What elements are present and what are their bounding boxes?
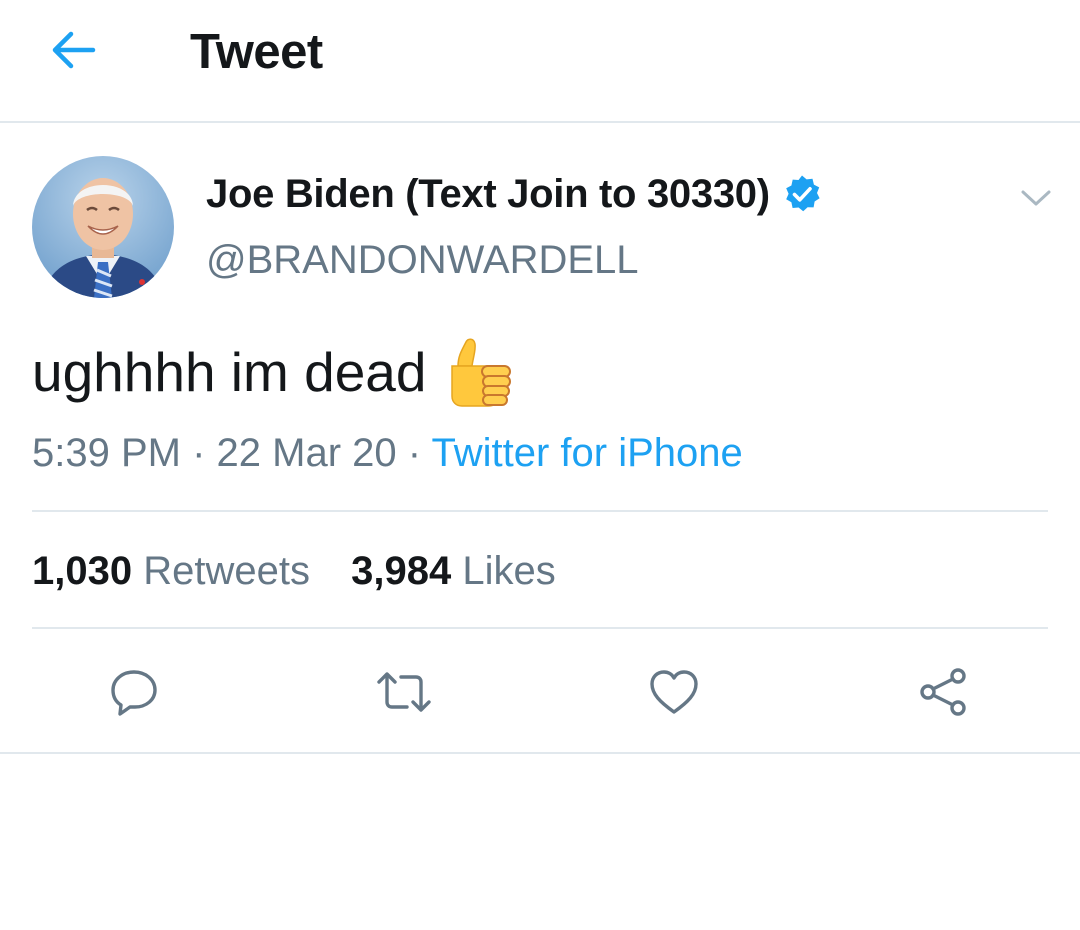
verified-badge-icon [785,175,820,212]
tweet-text: ughhhh im dead [32,336,514,408]
tweet-source-link[interactable]: Twitter for iPhone [432,431,743,475]
retweets-stat[interactable]: 1,030 Retweets [32,549,321,593]
share-icon [920,668,966,716]
divider [32,510,1048,512]
tweet-date: 22 Mar 20 [216,431,397,475]
page-title: Tweet [190,25,323,79]
meta-separator: · [407,431,422,475]
chevron-down-icon [1021,190,1051,206]
retweet-button[interactable] [374,662,434,722]
action-bar [0,628,1080,754]
like-count: 3,984 [351,549,452,593]
retweet-count: 1,030 [32,549,133,593]
likes-stat[interactable]: 3,984 Likes [351,549,556,593]
back-button[interactable] [38,22,108,78]
arrow-left-icon [52,31,96,69]
retweet-label: Retweets [143,549,310,593]
tweet-text-content: ughhhh im dead [32,341,427,403]
thumbs-up-emoji-icon [451,338,512,407]
like-button[interactable] [644,662,704,722]
retweet-icon [377,672,431,712]
author-handle[interactable]: @BRANDONWARDELL [206,238,639,283]
tweet-stats: 1,030 Retweets 3,984 Likes [32,546,556,596]
share-button[interactable] [914,662,974,722]
reply-icon [111,670,157,716]
reply-button[interactable] [104,662,164,722]
tweet-meta: 5:39 PM · 22 Mar 20 · Twitter for iPhone [32,428,743,478]
more-options-button[interactable] [1014,176,1058,220]
heart-icon [650,670,698,714]
top-bar: Tweet [0,0,1080,123]
author-name-row[interactable]: Joe Biden (Text Join to 30330) [206,168,822,220]
tweet-time: 5:39 PM [32,431,181,475]
like-label: Likes [462,549,556,593]
avatar-image [32,156,174,298]
tweet-detail-screen: Tweet Joe Biden (Text Join to 30330) @BR… [0,0,1080,930]
author-name: Joe Biden (Text Join to 30330) [206,171,770,216]
meta-separator: · [192,431,206,475]
avatar[interactable] [32,156,174,298]
